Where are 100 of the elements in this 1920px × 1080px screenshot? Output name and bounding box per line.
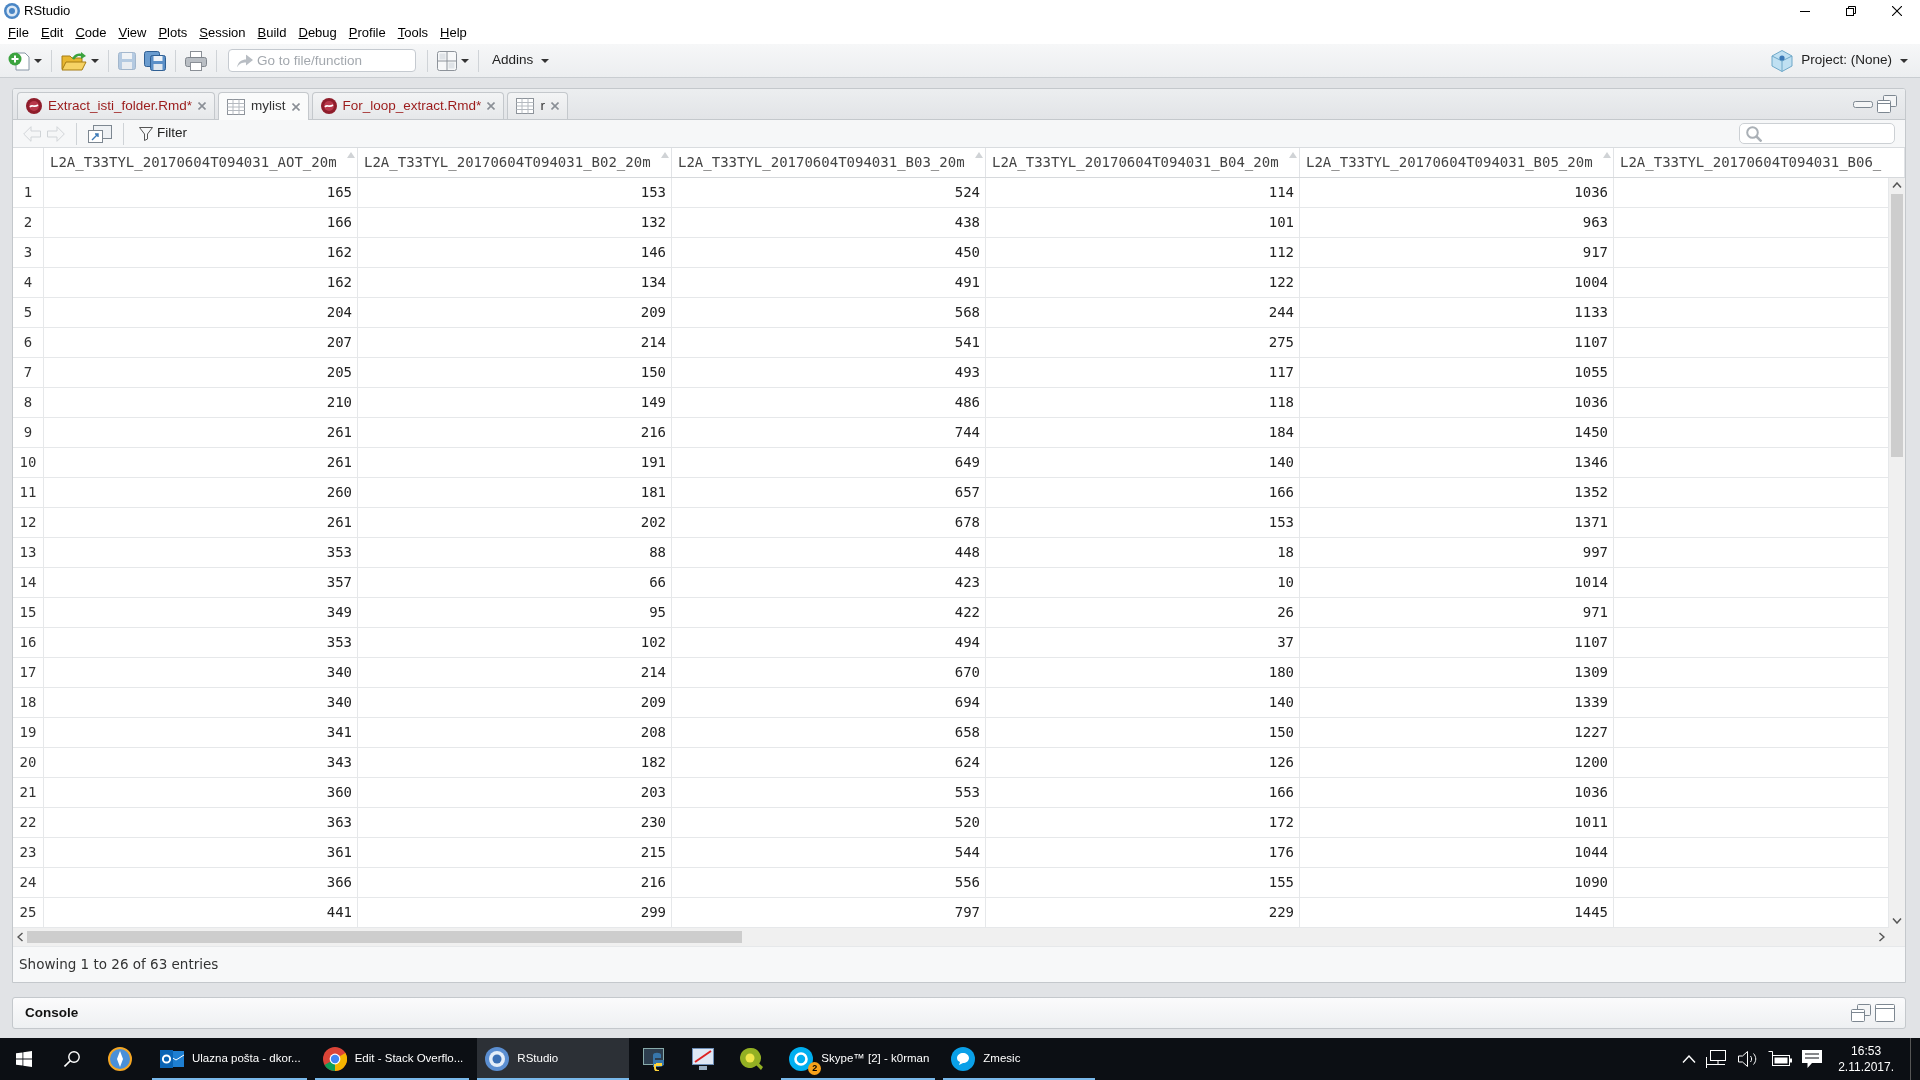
menu-item[interactable]: View (112, 24, 153, 42)
minimize-icon (1800, 10, 1810, 12)
filter-button[interactable]: Filter (135, 119, 191, 148)
editor-tab[interactable]: r (507, 92, 568, 119)
table-cell: 963 (1300, 208, 1614, 237)
table-cell: 1450 (1300, 418, 1614, 447)
scroll-left-icon[interactable] (17, 932, 23, 942)
row-number: 10 (13, 448, 44, 477)
menu-item[interactable]: Build (251, 24, 293, 42)
notifications-icon[interactable] (1802, 1049, 1823, 1069)
menu-item[interactable]: Debug (292, 24, 343, 42)
table-cell: 494 (672, 628, 986, 657)
scroll-right-icon[interactable] (1879, 932, 1885, 942)
column-header[interactable]: L2A_T33TYL_20170604T094031_B05_20m (1300, 148, 1614, 177)
row-number: 18 (13, 688, 44, 717)
scroll-up-icon[interactable] (1892, 182, 1902, 188)
close-icon (1892, 6, 1902, 16)
taskbar-app-button[interactable]: Ulazna pošta - dkor... (152, 1038, 307, 1080)
close-icon[interactable] (198, 102, 207, 110)
start-icon (16, 1051, 32, 1067)
caret-icon (1900, 58, 1908, 63)
ring-logo-icon (789, 1047, 814, 1071)
taskbar-app-button[interactable]: Zmesic (943, 1038, 1096, 1080)
table-cell: 544 (672, 838, 986, 867)
table-cell: 341 (44, 718, 358, 747)
table-cell: 422 (672, 598, 986, 627)
disc-file-icon (26, 98, 42, 114)
restore-pane-icon[interactable] (1851, 1004, 1871, 1022)
search-field[interactable] (1739, 123, 1895, 144)
close-icon[interactable] (291, 102, 300, 111)
horizontal-scrollbar[interactable] (13, 928, 1905, 946)
table-cell: 524 (672, 178, 986, 207)
column-header[interactable]: L2A_T33TYL_20170604T094031_B06_ (1614, 148, 1905, 177)
menu-item[interactable]: Session (193, 24, 252, 42)
network-icon[interactable] (1706, 1050, 1729, 1068)
goto-field[interactable]: Go to file/function (228, 49, 416, 72)
table-cell: 88 (358, 538, 672, 567)
restore-pane-icon[interactable] (1877, 95, 1897, 113)
column-header[interactable]: L2A_T33TYL_20170604T094031_B02_20m (358, 148, 672, 177)
caret-icon (541, 58, 550, 63)
taskbar-app-button[interactable]: RStudio (477, 1038, 630, 1080)
addins-button[interactable]: Addins (488, 46, 554, 75)
table-cell: 366 (44, 868, 358, 897)
compass-icon (108, 1047, 132, 1071)
table-cell: 165 (44, 178, 358, 207)
chevron-up-icon[interactable] (1682, 1055, 1697, 1063)
table-cell: 1352 (1300, 478, 1614, 507)
menu-item[interactable]: Tools (391, 24, 435, 42)
menu-item[interactable]: Code (69, 24, 113, 42)
table-cell: 1227 (1300, 718, 1614, 747)
editor-tab[interactable]: Extract_isti_folder.Rmd* (17, 92, 216, 119)
table-icon (516, 98, 535, 114)
scroll-down-icon[interactable] (1892, 918, 1902, 924)
caret-icon (461, 58, 469, 63)
monitor-icon (691, 1047, 716, 1071)
menu-item[interactable]: Edit (34, 24, 70, 42)
scrollbar-thumb[interactable] (27, 931, 742, 943)
table-cell: 260 (44, 478, 358, 507)
popout-window-icon[interactable] (88, 124, 112, 143)
row-number: 20 (13, 748, 44, 777)
browser-icon (322, 1047, 347, 1071)
menu-item[interactable]: Plots (152, 24, 194, 42)
table-cell: 153 (986, 508, 1300, 537)
table-cell: 340 (44, 658, 358, 687)
minimize-pane-icon[interactable] (1853, 100, 1873, 108)
table-cell: 1339 (1300, 688, 1614, 717)
close-icon[interactable] (487, 102, 496, 110)
row-number: 19 (13, 718, 44, 747)
menu-item[interactable]: File (2, 24, 35, 42)
column-header[interactable]: L2A_T33TYL_20170604T094031_AOT_20m (44, 148, 358, 177)
taskbar-app-button[interactable]: Edit - Stack Overflo... (314, 1038, 470, 1080)
table-cell: 917 (1300, 238, 1614, 267)
menu-item[interactable]: Help (434, 24, 473, 42)
count-badge: 2 (808, 1062, 822, 1075)
row-number: 9 (13, 418, 44, 447)
speaker-icon[interactable] (1738, 1050, 1759, 1068)
table-cell: 275 (986, 328, 1300, 357)
maximize-pane-icon[interactable] (1875, 1004, 1895, 1022)
sort-icon (1289, 152, 1297, 158)
table-cell: 244 (986, 298, 1300, 327)
table-cell: 209 (358, 298, 672, 327)
vertical-scrollbar[interactable] (1889, 178, 1905, 928)
table-cell: 203 (358, 778, 672, 807)
editor-tab[interactable]: For_loop_extract.Rmd* (311, 92, 505, 119)
grid-icon (437, 50, 457, 71)
project-button[interactable]: Project: (None) (1767, 46, 1912, 75)
editor-tab[interactable]: mylist (218, 92, 309, 120)
table-cell: 146 (358, 238, 672, 267)
row-number: 1 (13, 178, 44, 207)
table-cell: 132 (358, 208, 672, 237)
column-header[interactable]: L2A_T33TYL_20170604T094031_B03_20m (672, 148, 986, 177)
menu-item[interactable]: Profile (342, 24, 392, 42)
column-header[interactable]: L2A_T33TYL_20170604T094031_B04_20m (986, 148, 1300, 177)
close-icon[interactable] (550, 102, 559, 110)
clock-date: 2.11.2017. (1838, 1059, 1894, 1075)
row-number: 7 (13, 358, 44, 387)
battery-icon[interactable] (1768, 1051, 1793, 1067)
scrollbar-thumb[interactable] (1891, 194, 1903, 457)
table-cell: 261 (44, 418, 358, 447)
row-number: 17 (13, 658, 44, 687)
